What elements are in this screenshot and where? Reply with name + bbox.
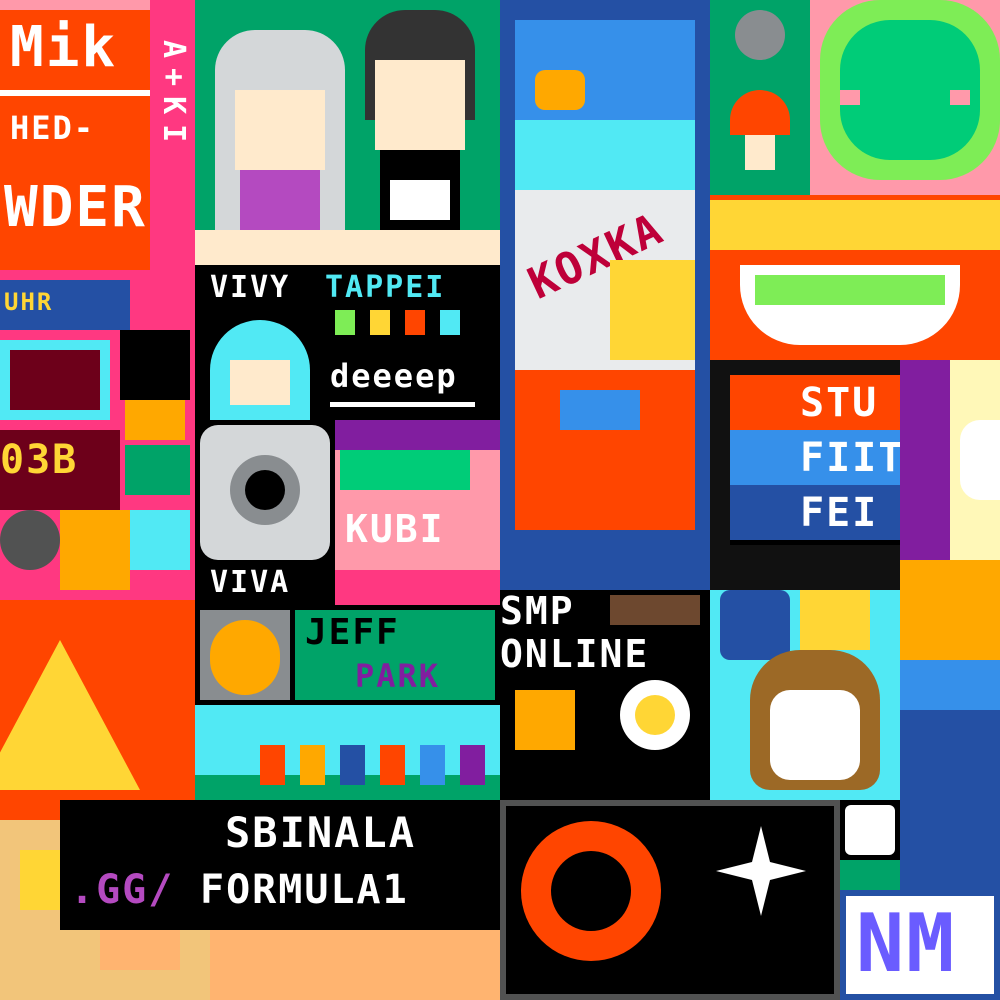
formula1-label: FORMULA1 [200,867,409,913]
anime-face-artwork [710,590,900,800]
viva-label: VIVA [210,565,291,600]
jeff-label: JEFF [305,612,400,653]
deeeep-label: deeeep [330,357,458,395]
fiit-label: FIIT [800,435,900,481]
kubi-artwork: KUBI [335,420,500,605]
pixel-canvas[interactable]: Mik HED- WDER A+KI UHR 03B VIVY TAPPEI d… [0,0,1000,1000]
bottom-right-area [900,660,1000,890]
aki-label: A+KI [156,40,191,153]
nm-artwork: NM [840,890,1000,1000]
viva-artwork: VIVA [195,420,335,605]
smp-online-artwork: SMP ONLINE [500,590,710,680]
star-flag-artwork [0,600,195,820]
sbinala-label: SBINALA [225,808,417,857]
small-robot-artwork [840,800,900,890]
cartoon-strip-artwork [195,705,500,800]
chibi-deeeep-area: deeeep [195,310,500,420]
snack-bag-artwork: KOXKA [500,0,710,590]
jeff-park-artwork: JEFF PARK [195,605,500,705]
online-label: ONLINE [500,632,650,676]
tappei-label: TAPPEI [325,270,446,305]
park-label: PARK [355,657,441,695]
stu-label: STU [800,380,879,426]
vivy-tappei-band: VIVY TAPPEI [195,265,500,310]
mushroom-artwork [710,0,810,195]
stu-fiit-fei-artwork: STU FIIT FEI [730,375,900,545]
kubi-label: KUBI [345,507,445,551]
smp-label: SMP [500,590,575,633]
vivy-characters-artwork [195,0,500,265]
formula1-artwork: SBINALA .GG/ FORMULA1 [60,800,500,930]
rose-snowflake-artwork [500,800,840,1000]
fei-label: FEI [800,490,879,536]
mik-artwork: Mik HED- WDER [0,0,150,270]
bottom-center-area [210,930,500,1000]
aki-artwork: A+KI [150,0,195,300]
gg-label: .GG/ [70,867,175,913]
left-mixed-area: UHR 03B [0,270,195,600]
vivy-label: VIVY [210,270,291,305]
nm-label: NM [856,897,957,990]
flag-bowl-artwork [710,195,1000,360]
mik-powder: WDER [4,175,147,240]
right-edge-area [900,360,1000,660]
mik-subtitle: HED- [10,109,96,147]
mik-title: Mik [10,15,118,80]
green-blob-artwork [810,0,1000,195]
